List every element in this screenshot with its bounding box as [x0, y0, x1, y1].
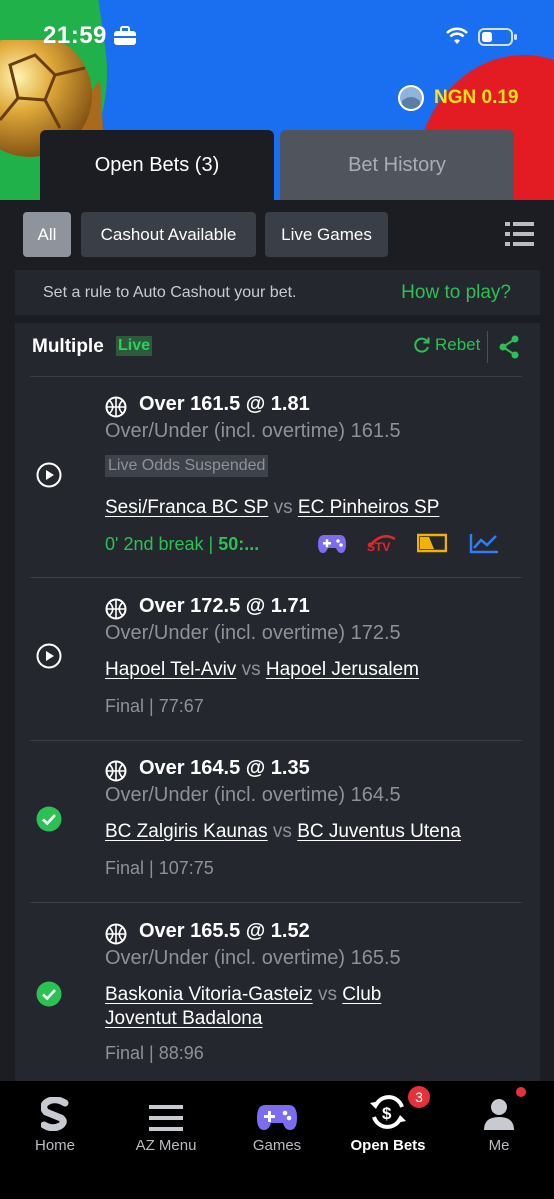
- divider: [30, 902, 522, 903]
- status-time: 21:59: [43, 22, 107, 49]
- share-icon[interactable]: [498, 335, 520, 359]
- battery-icon: [478, 28, 517, 46]
- home-team[interactable]: Baskonia Vitoria-Gasteiz: [105, 984, 313, 1005]
- odds-suspended-badge: Live Odds Suspended: [105, 455, 269, 477]
- header-banner: 21:59 NGN 0.19 Open Bets (3) Bet History: [0, 0, 554, 200]
- selection-market: Over/Under (incl. overtime) 161.5: [105, 420, 401, 442]
- selection-market: Over/Under (incl. overtime) 165.5: [105, 947, 401, 969]
- away-team[interactable]: BC Juventus Utena: [297, 821, 461, 842]
- basketball-icon: [105, 923, 127, 945]
- basketball-icon: [105, 396, 127, 418]
- selection-title: Over 172.5 @ 1.71: [139, 595, 310, 617]
- match-result: Final | 77:67: [105, 696, 204, 716]
- open-bets-icon: $: [370, 1095, 406, 1129]
- selection-title: Over 164.5 @ 1.35: [139, 757, 310, 779]
- svg-text:$: $: [382, 1104, 392, 1123]
- screen: 21:59 NGN 0.19 Open Bets (3) Bet History…: [0, 0, 554, 1199]
- match-result: Final | 88:96: [105, 1043, 204, 1063]
- nav-me-label: Me: [488, 1137, 510, 1154]
- how-to-play-link[interactable]: How to play?: [401, 282, 511, 304]
- rebet-button[interactable]: Rebet: [413, 335, 480, 355]
- match-teams[interactable]: Sesi/Franca BC SP vs EC Pinheiros SP: [105, 496, 505, 520]
- wifi-icon: [446, 27, 468, 44]
- vs-label: vs: [272, 821, 292, 842]
- basketball-icon: [105, 760, 127, 782]
- gamepad-icon: [257, 1105, 297, 1130]
- list-view-icon[interactable]: [505, 221, 535, 247]
- selection-market: Over/Under (incl. overtime) 172.5: [105, 622, 401, 644]
- briefcase-icon: [114, 26, 136, 45]
- filter-live-games-chip[interactable]: Live Games: [265, 212, 388, 257]
- selection-title: Over 161.5 @ 1.81: [139, 393, 310, 415]
- vs-label: vs: [241, 659, 261, 680]
- nav-home[interactable]: Home: [0, 1081, 110, 1161]
- media-icons: STV: [317, 531, 499, 555]
- match-tracker-icon[interactable]: [417, 532, 447, 554]
- live-badge: Live: [116, 336, 153, 356]
- basketball-icon: [105, 598, 127, 620]
- divider: [30, 376, 522, 377]
- bet-type-label: Multiple: [32, 336, 104, 357]
- hamburger-menu-icon: [149, 1105, 183, 1131]
- divider: [30, 740, 522, 741]
- bet-card: Multiple Live Rebet Over 161.5 @ 1.81 Ov…: [15, 323, 540, 1083]
- match-teams[interactable]: BC Zalgiris Kaunas vs BC Juventus Utena: [105, 820, 505, 844]
- selection-market: Over/Under (incl. overtime) 164.5: [105, 784, 401, 806]
- selection-title: Over 165.5 @ 1.52: [139, 920, 310, 942]
- balance-amount: NGN 0.19: [434, 87, 519, 108]
- sportybet-logo-icon: [41, 1097, 69, 1131]
- nav-az-menu-label: AZ Menu: [135, 1137, 197, 1154]
- match-teams[interactable]: Hapoel Tel-Aviv vs Hapoel Jerusalem: [105, 658, 505, 682]
- nav-open-bets[interactable]: $ 3 Open Bets: [333, 1081, 443, 1161]
- tab-open-bets[interactable]: Open Bets (3): [40, 130, 274, 200]
- home-team[interactable]: Sesi/Franca BC SP: [105, 497, 268, 518]
- home-team[interactable]: BC Zalgiris Kaunas: [105, 821, 268, 842]
- nav-games[interactable]: Games: [222, 1081, 332, 1161]
- play-circle-icon[interactable]: [36, 462, 62, 488]
- match-score: 50:...: [218, 534, 260, 554]
- live-tv-icon[interactable]: STV: [365, 531, 397, 555]
- notification-dot: [516, 1087, 526, 1097]
- match-teams[interactable]: Baskonia Vitoria-Gasteiz vs Club Joventu…: [105, 983, 425, 1031]
- bottom-nav: Home AZ Menu Games $ 3 Open Bets Me: [0, 1081, 554, 1199]
- user-icon: [484, 1099, 514, 1130]
- nav-games-label: Games: [252, 1137, 302, 1154]
- nav-me[interactable]: Me: [444, 1081, 554, 1161]
- open-bets-count-badge: 3: [408, 1086, 430, 1108]
- gamepad-icon[interactable]: [317, 532, 347, 554]
- rebet-label: Rebet: [435, 335, 481, 354]
- svg-text:STV: STV: [367, 540, 390, 554]
- vs-label: vs: [317, 984, 337, 1005]
- filter-cashout-chip[interactable]: Cashout Available: [81, 212, 256, 257]
- filter-all-chip[interactable]: All: [23, 212, 71, 257]
- avatar[interactable]: [398, 85, 424, 111]
- auto-cashout-banner: Set a rule to Auto Cashout your bet. How…: [15, 270, 540, 315]
- tab-bet-history[interactable]: Bet History: [280, 130, 514, 200]
- auto-cashout-text: Set a rule to Auto Cashout your bet.: [43, 283, 297, 301]
- refresh-icon: [414, 337, 430, 353]
- divider: [30, 577, 522, 578]
- stats-chart-icon[interactable]: [469, 532, 499, 554]
- check-circle-icon: [36, 981, 62, 1007]
- nav-home-label: Home: [34, 1137, 75, 1154]
- live-match-status: 0' 2nd break | 50:...: [105, 534, 259, 555]
- home-team[interactable]: Hapoel Tel-Aviv: [105, 659, 236, 680]
- away-team[interactable]: Hapoel Jerusalem: [266, 659, 419, 680]
- away-team[interactable]: EC Pinheiros SP: [298, 497, 440, 518]
- match-result: Final | 107:75: [105, 858, 214, 878]
- play-circle-icon[interactable]: [36, 643, 62, 669]
- nav-az-menu[interactable]: AZ Menu: [111, 1081, 221, 1161]
- nav-open-bets-label: Open Bets: [350, 1137, 426, 1154]
- balance[interactable]: NGN 0.19: [398, 85, 518, 111]
- check-circle-icon: [36, 806, 62, 832]
- match-period: 0' 2nd break |: [105, 534, 219, 554]
- bet-card-header: Multiple Live Rebet: [15, 323, 540, 376]
- vs-label: vs: [273, 497, 293, 518]
- filter-bar: All Cashout Available Live Games: [0, 200, 554, 270]
